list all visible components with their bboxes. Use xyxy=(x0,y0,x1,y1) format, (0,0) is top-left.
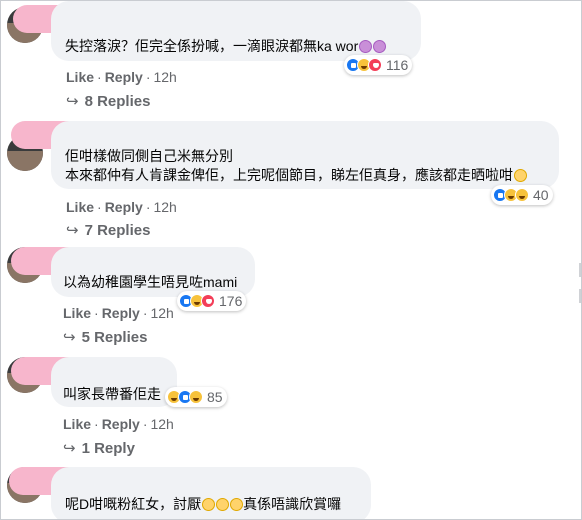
replies-count: 7 Replies xyxy=(84,222,151,239)
view-replies-link[interactable]: ↪ 5 Replies xyxy=(63,329,147,347)
view-replies-link[interactable]: ↪ 1 Reply xyxy=(63,440,135,458)
separator: · xyxy=(94,305,99,321)
view-replies-link[interactable]: ↪ 8 Replies xyxy=(66,93,150,111)
comment-text-line: 真係唔識欣賞囉 xyxy=(243,496,342,512)
love-reaction-icon xyxy=(201,294,215,308)
unamused-face-icon xyxy=(202,498,216,511)
sad-face-icon xyxy=(359,40,373,53)
separator: · xyxy=(142,305,148,321)
unamused-face-icon xyxy=(216,498,230,511)
view-replies-link[interactable]: ↪ 7 Replies xyxy=(66,222,150,240)
separator: · xyxy=(145,69,151,85)
reaction-count: 85 xyxy=(207,389,223,405)
separator: · xyxy=(145,199,151,215)
comment-text-line: 呢D咁嘅粉紅女，討厭 xyxy=(65,496,202,512)
sad-face-icon xyxy=(373,40,387,53)
comment-text-line: 本來都仲有人肯課金俾佢，上完呢個節目，睇左佢真身，應該都走晒啦咁 xyxy=(65,167,513,183)
comment-timestamp[interactable]: 12h xyxy=(150,305,173,321)
reply-arrow-icon: ↪ xyxy=(63,329,76,346)
eye-roll-icon xyxy=(514,169,527,182)
comment-timestamp[interactable]: 12h xyxy=(150,416,173,432)
comment-text: 佢咁樣做同側自己米無分別 本來都仲有人肯課金俾佢，上完呢個節目，睇左佢真身，應該… xyxy=(65,147,527,185)
comment-actions: Like · Reply · 12h xyxy=(66,68,177,86)
care-reaction-icon xyxy=(515,188,529,202)
reaction-count: 40 xyxy=(533,187,549,203)
separator: · xyxy=(97,69,102,85)
comment-text-line: 叫家長帶番佢走 xyxy=(63,386,161,402)
reaction-summary[interactable]: 176 xyxy=(177,291,247,311)
replies-count: 5 Replies xyxy=(81,329,148,346)
comment-bubble: 呢D咁嘅粉紅女，討厭 真係唔識欣賞囉 xyxy=(51,467,371,519)
comment-text-line: 佢咁樣做同側自己米無分別 xyxy=(65,148,233,164)
unamused-face-icon xyxy=(230,498,244,511)
comment-actions: Like · Reply · 12h xyxy=(66,198,177,216)
like-button[interactable]: Like xyxy=(63,305,91,321)
comment-bubble: 以為幼稚園學生唔見咗mami xyxy=(51,247,255,297)
replies-count: 1 Reply xyxy=(81,440,135,457)
separator: · xyxy=(97,199,102,215)
comment-text-line: 以為幼稚園學生唔見咗mami xyxy=(63,274,238,290)
like-button[interactable]: Like xyxy=(66,69,94,85)
comment-text: 以為幼稚園學生唔見咗mami xyxy=(63,273,237,292)
comment-text: 呢D咁嘅粉紅女，討厭 真係唔識欣賞囉 xyxy=(65,495,341,514)
reaction-count: 116 xyxy=(386,57,409,73)
comment-bubble: 佢咁樣做同側自己米無分別 本來都仲有人肯課金俾佢，上完呢個節目，睇左佢真身，應該… xyxy=(51,121,559,189)
separator: · xyxy=(142,416,148,432)
comment-timestamp[interactable]: 12h xyxy=(153,69,176,85)
reaction-summary[interactable]: 40 xyxy=(491,185,553,205)
reply-arrow-icon: ↪ xyxy=(66,222,79,239)
reply-button[interactable]: Reply xyxy=(105,69,143,85)
replies-count: 8 Replies xyxy=(84,93,151,110)
like-button[interactable]: Like xyxy=(63,416,91,432)
comment-text: 失控落淚？佢完全係扮喊，一滴眼淚都無ka wor xyxy=(65,37,387,56)
love-reaction-icon xyxy=(368,58,382,72)
reaction-summary[interactable]: 116 xyxy=(344,55,413,75)
reply-button[interactable]: Reply xyxy=(102,416,140,432)
comment-text: 叫家長帶番佢走 xyxy=(63,385,161,404)
separator: · xyxy=(94,416,99,432)
reaction-summary[interactable]: 85 xyxy=(165,387,227,407)
reply-arrow-icon: ↪ xyxy=(63,440,76,457)
comment-actions: Like · Reply · 12h xyxy=(63,304,174,322)
reply-button[interactable]: Reply xyxy=(102,305,140,321)
comment-bubble: 失控落淚？佢完全係扮喊，一滴眼淚都無ka wor xyxy=(51,1,421,61)
comment-bubble: 叫家長帶番佢走 xyxy=(51,357,177,407)
comment-text-line: 失控落淚？佢完全係扮喊，一滴眼淚都無ka wor xyxy=(65,38,359,54)
like-button[interactable]: Like xyxy=(66,199,94,215)
comments-panel: 失控落淚？佢完全係扮喊，一滴眼淚都無ka wor 116 Like · Reply ·… xyxy=(0,0,582,520)
reaction-count: 176 xyxy=(219,293,243,309)
comment-actions: Like · Reply · 12h xyxy=(63,415,174,433)
wow-reaction-icon xyxy=(189,390,203,404)
comment-timestamp[interactable]: 12h xyxy=(153,199,176,215)
reply-arrow-icon: ↪ xyxy=(66,93,79,110)
reply-button[interactable]: Reply xyxy=(105,199,143,215)
